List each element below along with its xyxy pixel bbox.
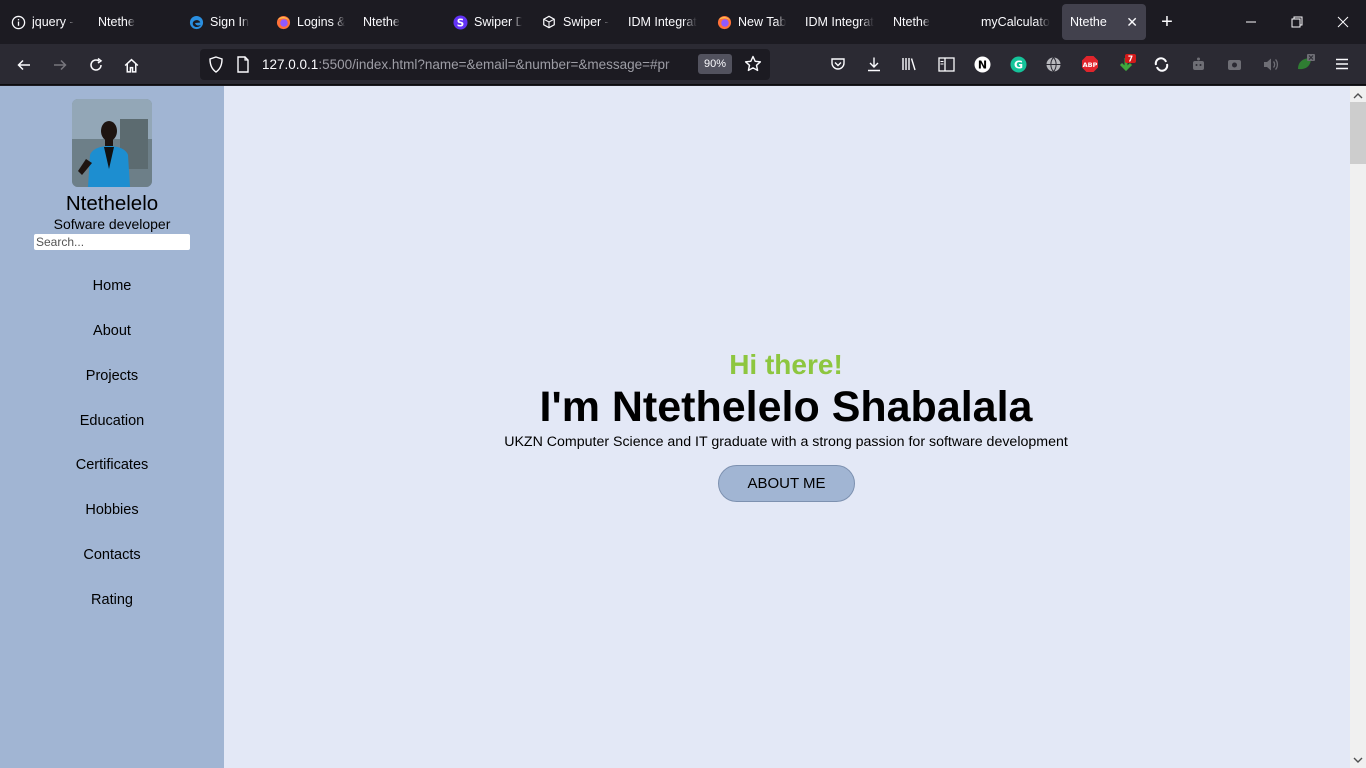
nav-link-hobbies[interactable]: Hobbies: [0, 502, 224, 518]
zoom-level-indicator[interactable]: 90%: [698, 54, 732, 74]
forward-button[interactable]: [49, 54, 71, 76]
tab-jquery[interactable]: jquery -: [10, 4, 80, 40]
address-bar[interactable]: 127.0.0.1:5500/index.html?name=&email=&n…: [200, 49, 770, 80]
profile-photo: [72, 99, 152, 187]
screenshot-extension-icon[interactable]: [1224, 54, 1244, 74]
firefox-icon: [275, 14, 291, 30]
profile-role: Sofware developer: [53, 216, 171, 232]
svg-text:ABP: ABP: [1083, 61, 1098, 69]
firefox-icon: [716, 14, 732, 30]
back-button[interactable]: [13, 54, 35, 76]
close-window-button[interactable]: [1333, 12, 1353, 32]
hero-tagline: UKZN Computer Science and IT graduate wi…: [504, 434, 1068, 450]
tab-new-tab[interactable]: New Tab: [716, 4, 791, 40]
robot-extension-icon[interactable]: [1188, 54, 1208, 74]
tab-ntethe-2[interactable]: Ntethe: [363, 4, 423, 40]
nav-link-education[interactable]: Education: [0, 413, 224, 429]
vertical-scrollbar[interactable]: [1350, 86, 1366, 768]
tab-ntethe-active[interactable]: Ntethe ✕: [1062, 4, 1146, 40]
reload-button[interactable]: [85, 54, 107, 76]
tab-swiper-demos[interactable]: S Swiper D: [452, 4, 522, 40]
page-viewport: Ntethelelo Sofware developer Home About …: [0, 86, 1366, 768]
svg-text:S: S: [456, 17, 463, 29]
nav-link-certificates[interactable]: Certificates: [0, 457, 224, 473]
hamburger-menu-icon[interactable]: [1332, 54, 1352, 74]
about-me-button[interactable]: ABOUT ME: [718, 465, 855, 502]
navigation-toolbar: 127.0.0.1:5500/index.html?name=&email=&n…: [0, 44, 1366, 85]
nav-link-rating[interactable]: Rating: [0, 592, 224, 608]
url-text[interactable]: 127.0.0.1:5500/index.html?name=&email=&n…: [262, 57, 690, 72]
tracking-protection-shield-icon[interactable]: [208, 56, 224, 78]
profile-name: Ntethelelo: [65, 192, 159, 215]
back-arrow-icon: [17, 59, 30, 71]
info-icon: [10, 14, 26, 30]
speaker-icon[interactable]: [1260, 54, 1280, 74]
tab-logins[interactable]: Logins &: [275, 4, 345, 40]
idm-download-icon[interactable]: 7: [1116, 54, 1136, 74]
new-tab-button[interactable]: +: [1156, 12, 1178, 34]
sidebar: Ntethelelo Sofware developer Home About …: [0, 86, 224, 768]
adblock-plus-icon[interactable]: ABP: [1080, 54, 1100, 74]
leaf-extension-icon[interactable]: [1295, 54, 1315, 74]
url-host: 127.0.0.1: [262, 57, 319, 72]
scroll-down-arrow-icon[interactable]: [1353, 752, 1363, 768]
sync-extension-icon[interactable]: [1151, 54, 1171, 74]
sidebar-toggle-icon[interactable]: [936, 54, 956, 74]
codesandbox-icon: [541, 14, 557, 30]
hero-section: Hi there! I'm Ntethelelo Shabalala UKZN …: [224, 86, 1350, 768]
nav-link-contacts[interactable]: Contacts: [0, 547, 224, 563]
restore-button[interactable]: [1287, 12, 1307, 32]
globe-extension-icon[interactable]: [1043, 54, 1063, 74]
edge-icon: [188, 14, 204, 30]
downloads-icon[interactable]: [864, 54, 884, 74]
page-info-icon[interactable]: [236, 56, 250, 78]
home-icon: [124, 58, 138, 73]
scrollbar-thumb[interactable]: [1350, 102, 1366, 164]
search-input[interactable]: [34, 234, 190, 250]
svg-text:G: G: [1013, 58, 1022, 71]
tab-sign-in[interactable]: Sign In: [188, 4, 258, 40]
tab-ntethe-1[interactable]: Ntethe: [98, 4, 158, 40]
tab-strip: jquery - Ntethe Sign In Logins & Ntethe …: [0, 0, 1366, 44]
hero-greeting: Hi there!: [729, 349, 843, 380]
notion-extension-icon[interactable]: N: [972, 54, 992, 74]
nav-link-about[interactable]: About: [0, 323, 224, 339]
tab-idm-2[interactable]: IDM Integrat: [805, 4, 875, 40]
forward-arrow-icon: [54, 59, 67, 71]
pocket-icon[interactable]: [828, 54, 848, 74]
svg-text:7: 7: [1128, 55, 1133, 64]
tab-ntethe-3[interactable]: Ntethe: [893, 4, 953, 40]
url-path: :5500/index.html?name=&email=&number=&me…: [318, 57, 670, 72]
minimize-button[interactable]: [1241, 12, 1261, 32]
bookmark-star-icon[interactable]: [744, 55, 762, 78]
taskbar-edge: [0, 764, 1350, 768]
reload-icon: [90, 57, 103, 71]
tab-mycalculator[interactable]: myCalculato: [981, 4, 1051, 40]
nav-link-home[interactable]: Home: [0, 278, 224, 294]
home-button[interactable]: [120, 54, 142, 76]
grammarly-icon[interactable]: G: [1008, 54, 1028, 74]
hero-headline: I'm Ntethelelo Shabalala: [539, 383, 1033, 431]
tab-idm-1[interactable]: IDM Integrat: [628, 4, 698, 40]
close-tab-icon[interactable]: ✕: [1126, 14, 1138, 31]
nav-link-projects[interactable]: Projects: [0, 368, 224, 384]
tab-swiper[interactable]: Swiper -: [541, 4, 611, 40]
svg-text:N: N: [977, 58, 986, 71]
swiper-icon: S: [452, 14, 468, 30]
library-icon[interactable]: [900, 54, 920, 74]
